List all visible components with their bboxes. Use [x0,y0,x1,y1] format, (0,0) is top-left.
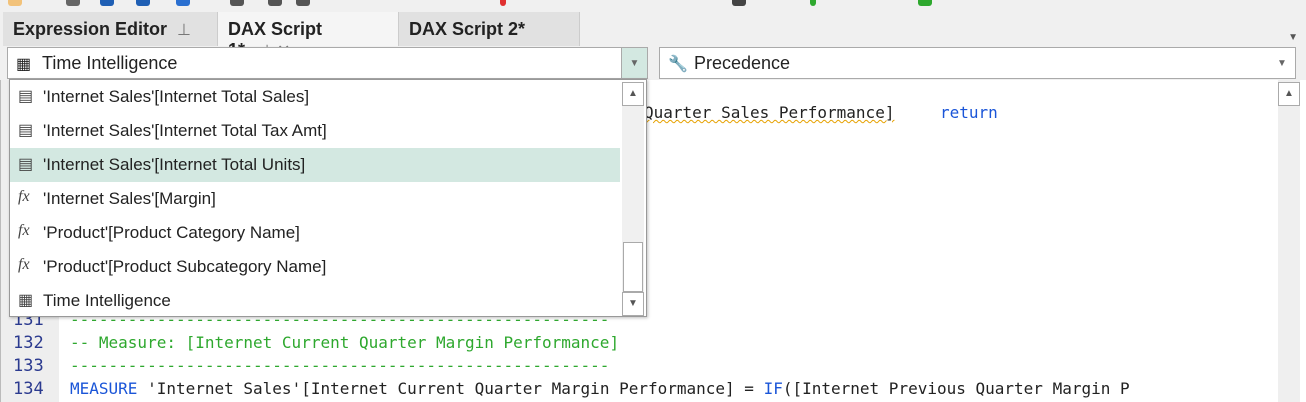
tab-list-chevron-down-icon[interactable]: ▼ [1288,32,1298,43]
scrollbar-thumb[interactable] [623,242,643,292]
calculator-icon: ▤ [18,122,34,139]
document-tabs: Expression Editor ⊥ DAX Script 1*⊣✕ DAX S… [0,12,1306,60]
table-calculator-icon: ▦ [18,292,34,309]
toolbar-icon[interactable] [732,0,746,6]
keyword: return [940,103,998,122]
list-item-label: 'Product'[Product Subcategory Name] [43,257,327,276]
code-line: 133 -------------------------------------… [1,356,1281,379]
list-item-label: 'Internet Sales'[Internet Total Tax Amt] [43,121,327,140]
tab-label: DAX Script 2* [409,19,526,39]
tab-expression-editor[interactable]: Expression Editor ⊥ [3,12,218,46]
tab-label: Expression Editor [13,19,168,39]
wrench-icon: 🔧 [668,56,688,73]
list-item[interactable]: fx 'Internet Sales'[Margin] [10,182,620,216]
toolbar-icon[interactable] [136,0,150,6]
calculator-icon: ▤ [18,88,34,105]
chevron-down-icon[interactable]: ▼ [1269,48,1295,78]
list-item-label: 'Internet Sales'[Internet Total Units] [43,155,306,174]
list-item[interactable]: fx 'Product'[Product Subcategory Name] [10,250,620,284]
chevron-down-icon[interactable]: ▼ [621,48,647,78]
scroll-up-icon[interactable]: ▲ [622,82,644,106]
table-calculator-icon: ▦ [16,56,32,73]
keyword: MEASURE [70,379,138,398]
comment: -- Measure: [Internet Current Quarter Ma… [70,333,620,352]
fx-icon: fx [18,188,30,205]
list-item[interactable]: fx 'Product'[Product Category Name] [10,216,620,250]
toolbar-icon[interactable] [268,0,282,6]
toolbar-icon[interactable] [230,0,244,6]
code-text: Quarter Sales Performance] [644,103,895,122]
toolbar-icon[interactable] [8,0,22,6]
dropdown-scrollbar[interactable]: ▲ ▼ [622,82,644,316]
scroll-down-icon[interactable]: ▼ [622,292,644,316]
code-text: ([Internet Previous Quarter Margin P [782,379,1130,398]
object-dropdown-list[interactable]: ▤ 'Internet Sales'[Internet Total Sales] … [9,79,647,317]
toolbar-icon[interactable] [100,0,114,6]
list-item-label: 'Internet Sales'[Internet Total Sales] [43,87,310,106]
toolbar-icon[interactable] [296,0,310,6]
object-combo-value: Time Intelligence [42,53,178,73]
fx-icon: fx [18,256,30,273]
tab-dax-script-2[interactable]: DAX Script 2* [399,12,580,46]
toolbar-icon[interactable] [810,0,816,6]
line-number: 133 [13,356,44,376]
pin-icon[interactable]: ⊥ [177,22,191,39]
line-number: 134 [13,379,44,399]
calculator-icon: ▤ [18,156,34,173]
object-combo[interactable]: ▦ Time Intelligence ▼ [7,47,648,79]
scroll-up-icon[interactable]: ▲ [1278,82,1300,106]
tab-dax-script-1[interactable]: DAX Script 1*⊣✕ [218,12,399,60]
list-item[interactable]: ▤ 'Internet Sales'[Internet Total Tax Amt… [10,114,620,148]
code-text: MEASURE 'Internet Sales'[Internet Curren… [70,379,1130,398]
code-text: 'Internet Sales'[Internet Current Quarte… [137,379,764,398]
code-line: 134 MEASURE 'Internet Sales'[Internet Cur… [1,379,1281,402]
toolbar-icon[interactable] [66,0,80,6]
list-item-label: 'Internet Sales'[Margin] [43,189,216,208]
toolbar-icon[interactable] [918,0,932,6]
fx-icon: fx [18,222,30,239]
toolbar-icon[interactable] [500,0,506,6]
list-item[interactable]: ▦ Time Intelligence [10,284,620,318]
keyword: IF [763,379,783,398]
list-item-label: Time Intelligence [43,291,171,310]
property-combo-value: Precedence [694,53,791,73]
toolbar-icon[interactable] [176,0,190,6]
code-line: Quarter Sales Performance] return [575,103,1306,126]
line-number: 132 [13,333,44,353]
editor-vertical-scrollbar[interactable]: ▲ [1278,80,1300,402]
list-item[interactable]: ▤ 'Internet Sales'[Internet Total Sales] [10,80,620,114]
list-item[interactable]: ▤ 'Internet Sales'[Internet Total Units] [10,148,620,182]
list-item-label: 'Product'[Product Category Name] [43,223,300,242]
comment: ----------------------------------------… [70,356,610,375]
toolbar [0,0,1306,10]
property-combo[interactable]: 🔧 Precedence ▼ [659,47,1296,79]
code-line: 132 -- Measure: [Internet Current Quarter… [1,333,1281,356]
